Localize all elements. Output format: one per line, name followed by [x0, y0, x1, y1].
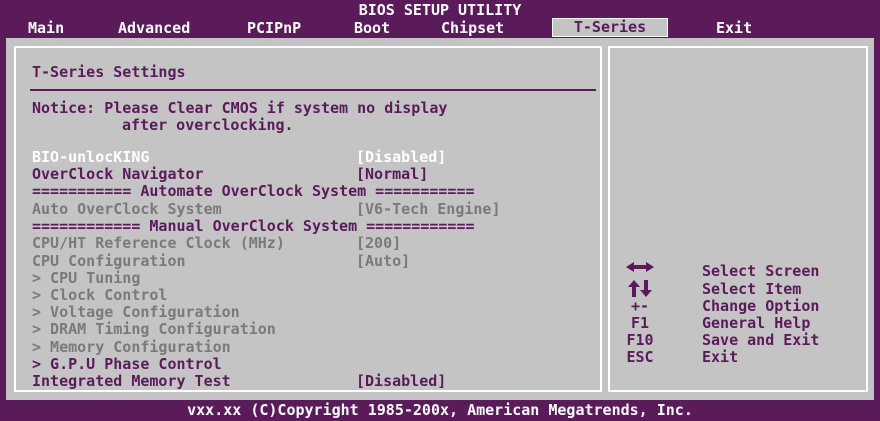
key-esc: ESC: [626, 348, 654, 366]
item-bio-unlocking-label[interactable]: BIO-unlocKING: [32, 149, 149, 165]
item-cpu-configuration-value: [Auto]: [356, 252, 411, 270]
submenu-memory-configuration: > Memory Configuration: [32, 338, 231, 356]
submenu-voltage-configuration: > Voltage Configuration: [32, 303, 240, 321]
submenu-clock-control: > Clock Control: [32, 286, 168, 304]
help-exit: Exit: [702, 348, 739, 366]
tab-chipset[interactable]: Chipset: [437, 19, 508, 37]
item-overclock-navigator-label[interactable]: OverClock Navigator: [32, 166, 204, 182]
tab-boot[interactable]: Boot: [350, 19, 394, 37]
up-down-arrows-icon: [620, 280, 660, 298]
item-cpu-ht-reference-clock-value: [200]: [356, 234, 402, 252]
tab-exit[interactable]: Exit: [712, 19, 756, 37]
panel-title: T-Series Settings: [32, 63, 186, 81]
key-f10: F10: [626, 331, 654, 349]
submenu-gpu-phase-control[interactable]: > G.P.U Phase Control: [32, 356, 222, 372]
tab-t-series[interactable]: T-Series: [552, 18, 668, 37]
left-right-arrows-icon: [620, 262, 660, 280]
copyright-footer: vxx.xx (C)Copyright 1985-200x, American …: [0, 400, 880, 421]
item-auto-overclock-label: Auto OverClock System: [32, 200, 222, 218]
key-plus-minus: +-: [630, 297, 650, 315]
key-f1: F1: [630, 314, 650, 332]
section-automate-overclock: =========== Automate OverClock System ==…: [32, 182, 475, 200]
tab-main[interactable]: Main: [24, 19, 68, 37]
title-divider: [30, 89, 596, 91]
help-general-help: General Help: [702, 314, 811, 332]
item-bio-unlocking-value[interactable]: [Disabled]: [356, 149, 446, 165]
help-change-option: Change Option: [702, 297, 820, 315]
notice-line-1: Notice: Please Clear CMOS if system no d…: [32, 99, 448, 117]
help-select-item: Select Item: [702, 280, 802, 298]
section-manual-overclock: ============ Manual OverClock System ===…: [32, 217, 475, 235]
help-save-and-exit: Save and Exit: [702, 331, 820, 349]
item-cpu-configuration-label: CPU Configuration: [32, 252, 186, 270]
bios-title: BIOS SETUP UTILITY: [358, 1, 522, 19]
tab-advanced[interactable]: Advanced: [114, 19, 194, 37]
tab-pcipnp[interactable]: PCIPnP: [243, 19, 305, 37]
notice-line-2: after overclocking.: [122, 116, 294, 134]
submenu-cpu-tuning: > CPU Tuning: [32, 269, 141, 287]
help-select-screen: Select Screen: [702, 262, 820, 280]
item-cpu-ht-reference-clock-label: CPU/HT Reference Clock (MHz): [32, 234, 285, 252]
item-overclock-navigator-value[interactable]: [Normal]: [356, 166, 428, 182]
item-integrated-memory-test-value[interactable]: [Disabled]: [356, 373, 446, 389]
submenu-dram-timing-configuration: > DRAM Timing Configuration: [32, 320, 276, 338]
item-integrated-memory-test-label[interactable]: Integrated Memory Test: [32, 373, 231, 389]
item-auto-overclock-value: [V6-Tech Engine]: [356, 200, 501, 218]
